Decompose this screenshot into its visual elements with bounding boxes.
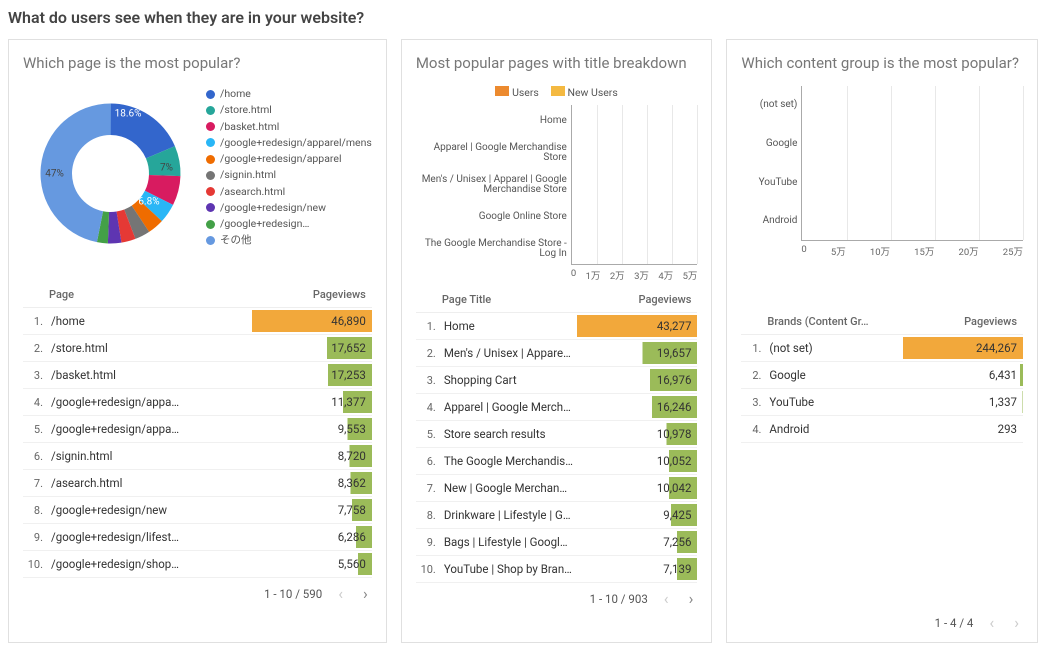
legend-item: /google+redesign… — [206, 216, 372, 232]
table-row[interactable]: 4./google+redesign/appa…11,377 — [23, 389, 372, 416]
panel2-pager: 1 - 10 / 903 ‹ › — [416, 589, 698, 608]
table-row[interactable]: 4.Apparel | Google Merch…16,246 — [416, 394, 698, 421]
table-row[interactable]: 1.Home43,277 — [416, 313, 698, 340]
panel1-table: Page Pageviews 1./home46,8902./store.htm… — [23, 282, 372, 578]
panel2-title: Most popular pages with title breakdown — [416, 54, 698, 72]
pager2-text: 1 - 10 / 903 — [590, 592, 648, 606]
panel3-title: Which content group is the most popular? — [741, 54, 1023, 72]
legend-users: Users — [512, 86, 539, 99]
table-row[interactable]: 2./store.html17,652 — [23, 335, 372, 362]
bar3-xticks: 05万10万15万20万25万 — [801, 244, 1023, 258]
table-row[interactable]: 6.The Google Merchandis…10,052 — [416, 448, 698, 475]
col-pageviews2: Pageviews — [577, 293, 697, 306]
legend-item: /asearch.html — [206, 184, 372, 200]
pager-next[interactable]: › — [359, 584, 372, 603]
table-row[interactable]: 3.Shopping Cart16,976 — [416, 367, 698, 394]
table-row[interactable]: 10./google+redesign/shop…5,560 — [23, 551, 372, 578]
pager2-prev[interactable]: ‹ — [660, 589, 673, 608]
panel3-table: Brands (Content Gr… Pageviews 1.(not set… — [741, 309, 1023, 443]
pager-text: 1 - 10 / 590 — [264, 587, 322, 601]
table-row[interactable]: 1./home46,890 — [23, 308, 372, 335]
table-row[interactable]: 9./google+redesign/lifest…6,286 — [23, 524, 372, 551]
pager3-text: 1 - 4 / 4 — [935, 616, 974, 630]
table-row[interactable]: 8./google+redesign/new7,758 — [23, 497, 372, 524]
table-row[interactable]: 10.YouTube | Shop by Bran…7,139 — [416, 556, 698, 583]
legend-newusers: New Users — [567, 86, 617, 99]
donut-label-main: 47% — [45, 168, 64, 179]
table-row[interactable]: 2.Google6,431 — [741, 362, 1023, 389]
table-row[interactable]: 7.New | Google Merchan…10,042 — [416, 475, 698, 502]
table-row[interactable]: 8.Drinkware | Lifestyle | G…9,425 — [416, 502, 698, 529]
col-pagetitle: Page Title — [442, 293, 578, 306]
bar-legend: Users New Users — [416, 86, 698, 99]
legend-item: /signin.html — [206, 167, 372, 183]
legend-item: /google+redesign/new — [206, 200, 372, 216]
donut-legend: /home/store.html/basket.html/google+rede… — [206, 86, 372, 276]
legend-item: /home — [206, 86, 372, 102]
bar2-ylabels: HomeApparel | Google Merchandise StoreMe… — [416, 105, 571, 265]
panel1-title: Which page is the most popular? — [23, 54, 372, 72]
table-row[interactable]: 3.YouTube1,337 — [741, 389, 1023, 416]
panel1-pager: 1 - 10 / 590 ‹ › — [23, 584, 372, 603]
table-row[interactable]: 4.Android293 — [741, 416, 1023, 443]
col-pageviews: Pageviews — [252, 288, 372, 301]
donut-chart: 47% 18.6% 7% 6.8% — [23, 86, 198, 261]
legend-item: /store.html — [206, 102, 372, 118]
bar3-plot — [801, 86, 1023, 241]
table-row[interactable]: 7./asearch.html8,362 — [23, 470, 372, 497]
panel3-pager: 1 - 4 / 4 ‹ › — [741, 613, 1023, 632]
panel-popular-page: Which page is the most popular? 47% 18.6… — [8, 39, 387, 643]
donut-label-1: 18.6% — [115, 109, 142, 120]
pager2-next[interactable]: › — [685, 589, 698, 608]
table-row[interactable]: 2.Men's / Unisex | Appare…19,657 — [416, 340, 698, 367]
bar3-ylabels: (not set)GoogleYouTubeAndroid — [741, 86, 801, 241]
table-row[interactable]: 6./signin.html8,720 — [23, 443, 372, 470]
col-page: Page — [49, 288, 252, 301]
col-pageviews3: Pageviews — [903, 315, 1023, 328]
pager-prev[interactable]: ‹ — [334, 584, 347, 603]
table-row[interactable]: 1.(not set)244,267 — [741, 335, 1023, 362]
panel-content-group: Which content group is the most popular?… — [726, 39, 1038, 643]
legend-item: /google+redesign/apparel — [206, 151, 372, 167]
donut-label-2: 7% — [160, 163, 173, 174]
panel2-table: Page Title Pageviews 1.Home43,2772.Men's… — [416, 287, 698, 583]
pager3-prev[interactable]: ‹ — [985, 613, 998, 632]
panel-title-breakdown: Most popular pages with title breakdown … — [401, 39, 713, 643]
table-row[interactable]: 9.Bags | Lifestyle | Googl…7,256 — [416, 529, 698, 556]
panels-row: Which page is the most popular? 47% 18.6… — [8, 39, 1038, 643]
legend-item: /basket.html — [206, 119, 372, 135]
legend-item: /google+redesign/apparel/mens — [206, 135, 372, 151]
bar2-xticks: 01万2万3万4万5万 — [571, 268, 698, 282]
table-row[interactable]: 5.Store search results10,978 — [416, 421, 698, 448]
legend-item: その他 — [206, 232, 372, 248]
table-row[interactable]: 5./google+redesign/appa…9,553 — [23, 416, 372, 443]
col-brands: Brands (Content Gr… — [767, 315, 903, 328]
pager3-next[interactable]: › — [1010, 613, 1023, 632]
bar2-plot — [571, 105, 698, 265]
page-title: What do users see when they are in your … — [8, 8, 1038, 27]
table-row[interactable]: 3./basket.html17,253 — [23, 362, 372, 389]
donut-label-3: 6.8% — [138, 196, 159, 207]
